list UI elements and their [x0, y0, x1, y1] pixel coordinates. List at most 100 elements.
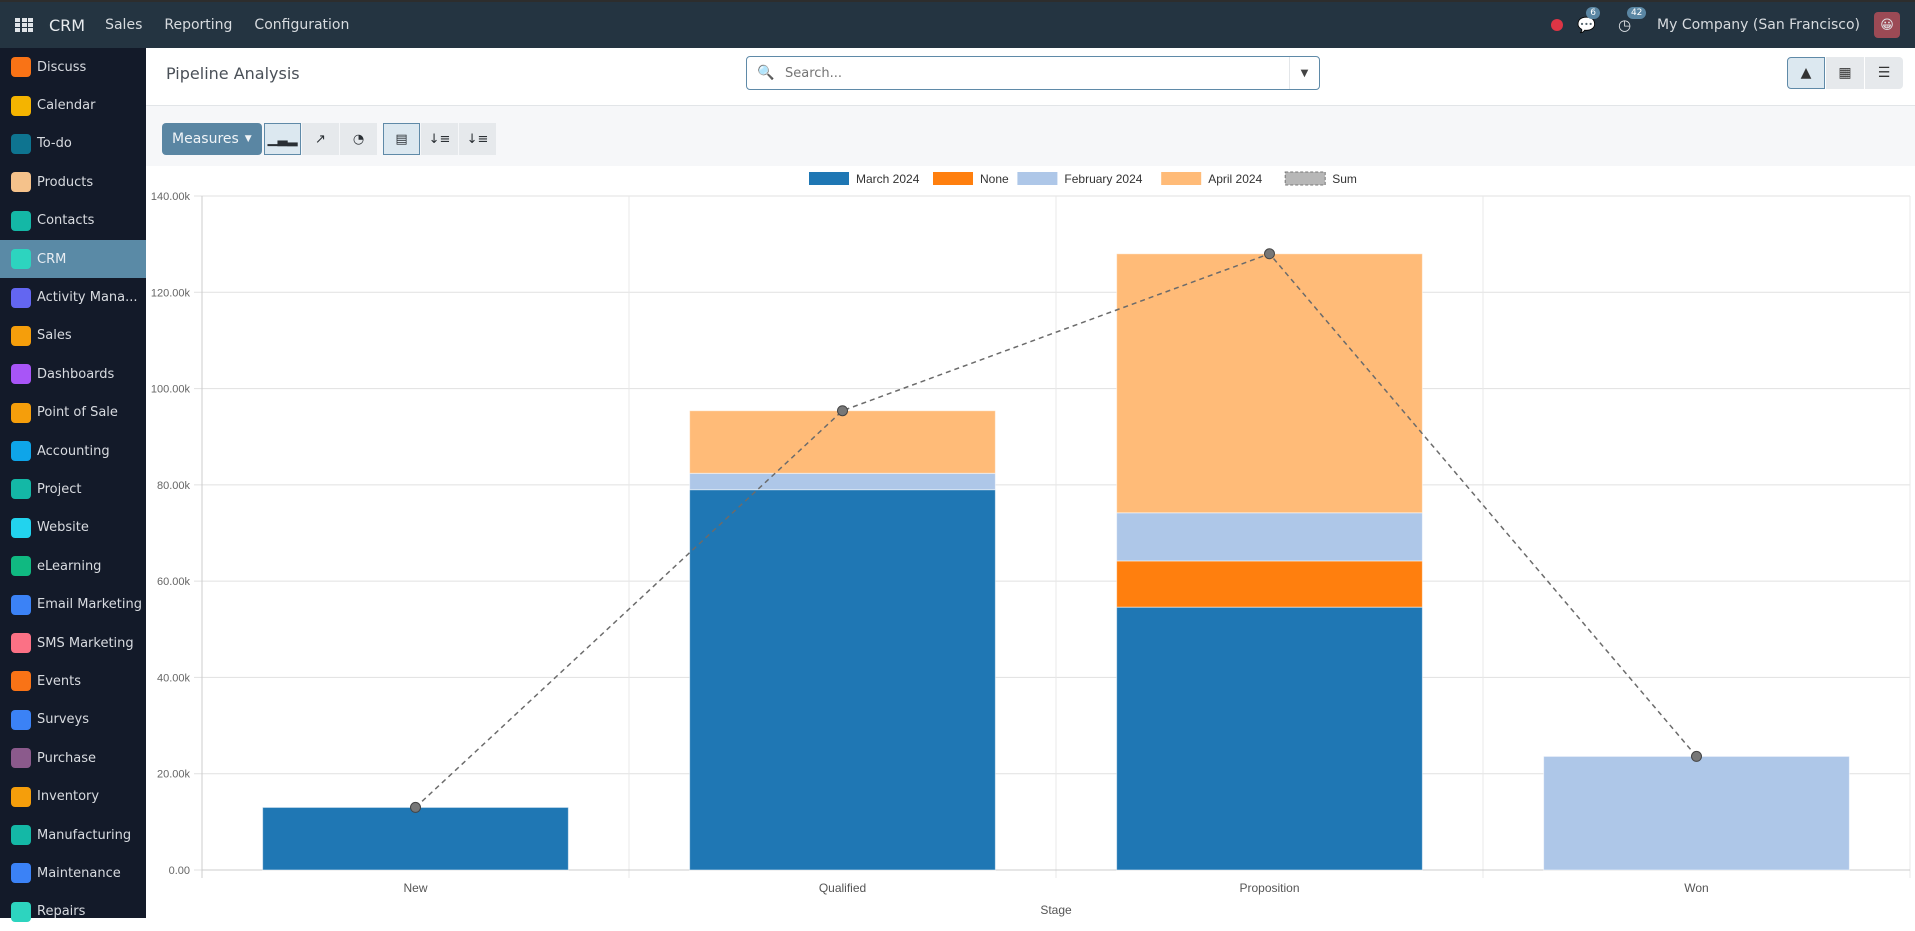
- app-brand[interactable]: CRM: [49, 16, 85, 35]
- sidebar-item-label: To-do: [37, 136, 72, 152]
- y-tick-label: 120.00k: [151, 287, 191, 299]
- x-tick-label: Proposition: [1239, 881, 1299, 895]
- pivot-view-button[interactable]: ▦: [1826, 57, 1864, 89]
- activities-count-badge: 42: [1626, 7, 1647, 19]
- sidebar-item-purchase[interactable]: Purchase: [0, 739, 146, 777]
- bar-segment-february-2024: [1116, 512, 1423, 562]
- legend-label: April 2024: [1208, 172, 1262, 186]
- sidebar-item-label: Surveys: [37, 712, 89, 728]
- user-avatar[interactable]: 😀: [1874, 12, 1900, 38]
- pie-chart-icon: ◔: [352, 131, 365, 147]
- sidebar-item-point-of-sale[interactable]: Point of Sale: [0, 394, 146, 432]
- sidebar-item-elearning[interactable]: eLearning: [0, 547, 146, 585]
- sidebar-item-email-marketing[interactable]: Email Marketing: [0, 585, 146, 623]
- nav-sales[interactable]: Sales: [105, 17, 142, 33]
- sidebar-item-label: Sales: [37, 328, 72, 344]
- sidebar-item-crm[interactable]: CRM: [0, 239, 146, 279]
- app-icon: [11, 287, 31, 308]
- sidebar-item-maintenance[interactable]: Maintenance: [0, 854, 146, 892]
- bar-segment-february-2024: [689, 472, 996, 491]
- sidebar-item-label: Email Marketing: [37, 597, 142, 613]
- sidebar-item-sms-marketing[interactable]: SMS Marketing: [0, 624, 146, 662]
- sidebar-item-label: Dashboards: [37, 366, 115, 382]
- stack-group: ▤: [383, 123, 421, 155]
- bar-chart-icon: ▁▃▂: [267, 131, 298, 147]
- list-icon: ☰: [1877, 65, 1891, 81]
- page-title: Pipeline Analysis: [166, 64, 300, 83]
- app-icon: [11, 556, 31, 577]
- y-tick-label: 80.00k: [157, 480, 191, 492]
- measures-dropdown[interactable]: Measures ▼: [162, 123, 262, 155]
- app-icon: [11, 901, 31, 922]
- recording-indicator-icon[interactable]: [1551, 19, 1564, 31]
- x-axis-label: Stage: [1040, 903, 1072, 917]
- sidebar-item-label: Manufacturing: [37, 827, 132, 843]
- bar-segment-march-2024: [689, 489, 996, 871]
- sidebar-item-events[interactable]: Events: [0, 662, 146, 700]
- pie-chart-button[interactable]: ◔: [340, 123, 377, 155]
- company-switcher[interactable]: My Company (San Francisco): [1657, 17, 1860, 33]
- sidebar-item-label: Project: [37, 481, 82, 497]
- view-switcher: ▲ ▦ ☰: [1786, 57, 1903, 89]
- app-menu-icon[interactable]: [15, 18, 33, 32]
- app-icon: [11, 364, 31, 385]
- bar-segment-march-2024: [262, 806, 569, 871]
- sidebar-item-label: Inventory: [37, 789, 100, 805]
- sidebar-item-website[interactable]: Website: [0, 509, 146, 547]
- sidebar-item-dashboards[interactable]: Dashboards: [0, 355, 146, 393]
- messages-button[interactable]: 💬 6: [1577, 7, 1600, 34]
- sidebar-item-inventory[interactable]: Inventory: [0, 777, 146, 815]
- nav-reporting[interactable]: Reporting: [164, 17, 232, 33]
- y-tick-label: 0.00: [169, 865, 190, 877]
- legend-swatch: [1017, 172, 1058, 185]
- sidebar-item-activity-mana[interactable]: Activity Mana...: [0, 278, 146, 316]
- sidebar-item-contacts[interactable]: Contacts: [0, 202, 146, 240]
- legend-label: February 2024: [1064, 172, 1142, 186]
- search-icon: 🔍: [757, 65, 775, 81]
- app-icon: [11, 517, 31, 538]
- graph-view-button[interactable]: ▲: [1787, 57, 1825, 89]
- search-options-toggle[interactable]: ▼: [1289, 57, 1319, 89]
- sort-descending-button[interactable]: ↓≡: [421, 123, 458, 155]
- sidebar-item-calendar[interactable]: Calendar: [0, 86, 146, 124]
- activities-button[interactable]: ◷ 42: [1618, 7, 1647, 34]
- sidebar-item-sales[interactable]: Sales: [0, 317, 146, 355]
- search-bar[interactable]: 🔍 ▼: [746, 56, 1320, 90]
- line-chart-button[interactable]: ↗: [302, 123, 339, 155]
- bar-chart-button[interactable]: ▁▃▂: [264, 123, 301, 155]
- app-icon: [11, 402, 31, 423]
- sidebar-item-repairs[interactable]: Repairs: [0, 893, 146, 931]
- sidebar-item-label: Purchase: [37, 750, 97, 766]
- sidebar-item-discuss[interactable]: Discuss: [0, 48, 146, 86]
- app-icon: [11, 95, 31, 116]
- legend-swatch: [1284, 171, 1326, 186]
- app-icon: [11, 57, 31, 78]
- sidebar-item-label: Activity Mana...: [37, 290, 138, 306]
- legend-label: Sum: [1332, 172, 1357, 186]
- sum-point: [1691, 750, 1702, 762]
- top-navbar: CRM Sales Reporting Configuration 💬 6 ◷ …: [0, 0, 1915, 48]
- sum-point: [410, 801, 421, 813]
- list-view-button[interactable]: ☰: [1865, 57, 1903, 89]
- x-tick-label: Won: [1684, 881, 1708, 895]
- app-icon: [11, 863, 31, 884]
- sidebar-item-manufacturing[interactable]: Manufacturing: [0, 816, 146, 854]
- sidebar-item-surveys[interactable]: Surveys: [0, 701, 146, 739]
- nav-configuration[interactable]: Configuration: [254, 17, 349, 33]
- sidebar-item-to-do[interactable]: To-do: [0, 125, 146, 163]
- sidebar-item-accounting[interactable]: Accounting: [0, 432, 146, 470]
- measures-label: Measures: [172, 131, 239, 147]
- graph-toolbar: Measures ▼ ▁▃▂ ↗ ◔ ▤ ↓≡ ↓≡: [146, 106, 1915, 166]
- sort-ascending-button[interactable]: ↓≡: [459, 123, 496, 155]
- sidebar-item-project[interactable]: Project: [0, 470, 146, 508]
- app-icon: [11, 594, 31, 615]
- legend-swatch: [933, 172, 973, 185]
- sum-point: [1264, 248, 1275, 260]
- search-input[interactable]: [785, 65, 1289, 81]
- bar-segment-march-2024: [1116, 606, 1423, 871]
- stacked-toggle-button[interactable]: ▤: [383, 123, 420, 155]
- sidebar-item-label: Maintenance: [37, 865, 121, 881]
- sidebar-item-products[interactable]: Products: [0, 163, 146, 201]
- legend-label: March 2024: [856, 172, 920, 186]
- sidebar-item-label: Website: [37, 520, 89, 536]
